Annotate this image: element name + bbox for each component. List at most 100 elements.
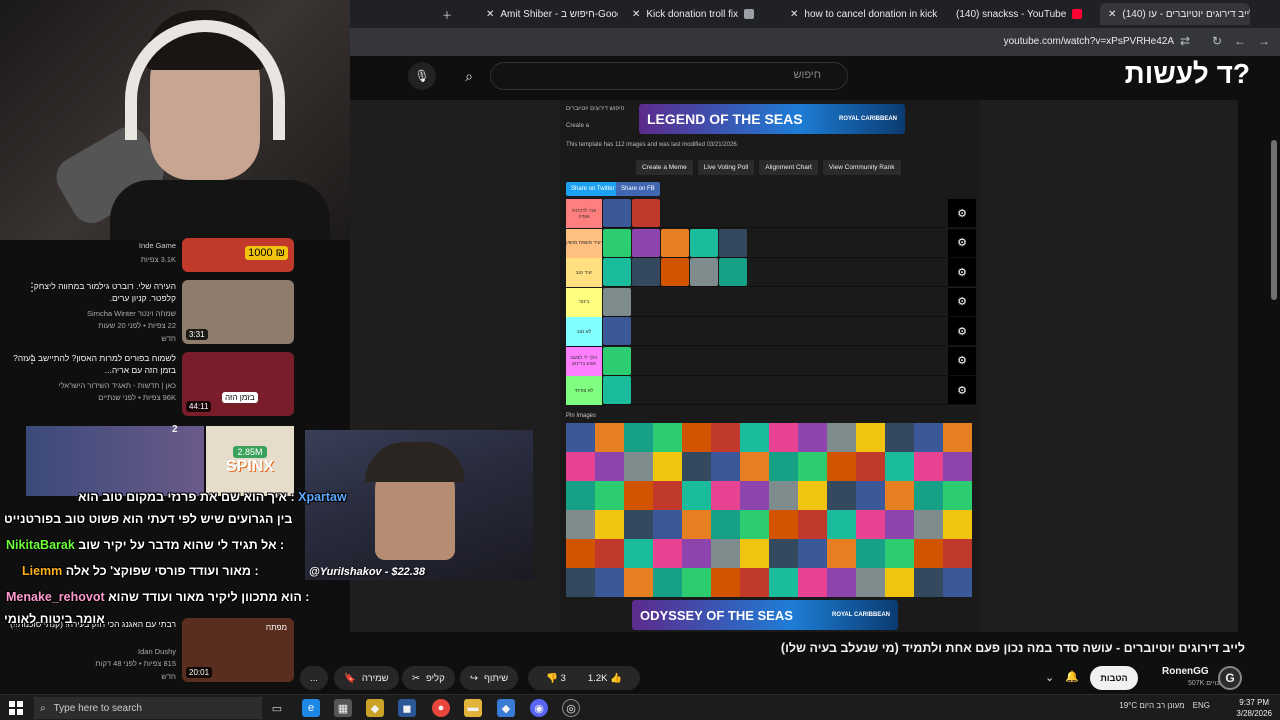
share-button[interactable]: ↪ שיתוף <box>460 666 519 690</box>
pool-thumbnail[interactable] <box>914 423 943 452</box>
voting-poll-button[interactable]: Live Voting Poll <box>697 160 755 175</box>
gear-icon[interactable]: ⚙ <box>948 287 976 316</box>
tier-thumbnail[interactable] <box>603 258 631 286</box>
taskbar-clock[interactable]: 9:37 PM 3/28/2026 <box>1236 697 1272 719</box>
microphone-icon[interactable]: 🎙 <box>408 62 436 90</box>
pool-thumbnail[interactable] <box>624 481 653 510</box>
more-actions-button[interactable]: ... <box>300 666 328 690</box>
pool-thumbnail[interactable] <box>740 452 769 481</box>
like-button[interactable]: 1.2K 👍 <box>588 673 622 684</box>
pool-thumbnail[interactable] <box>914 539 943 568</box>
gear-icon[interactable]: ⚙ <box>948 376 976 404</box>
pool-thumbnail[interactable] <box>595 510 624 539</box>
close-icon[interactable]: ✕ <box>1108 9 1116 20</box>
folder-icon[interactable]: ▬ <box>464 699 482 717</box>
pool-thumbnail[interactable] <box>624 510 653 539</box>
tier-thumbnail[interactable] <box>632 228 660 257</box>
pool-thumbnail[interactable] <box>798 481 827 510</box>
pool-thumbnail[interactable] <box>566 423 595 452</box>
community-rank-button[interactable]: View Community Rank <box>822 160 901 175</box>
back-icon[interactable]: ← <box>1234 34 1246 48</box>
share-twitter-button[interactable]: Share on Twitter <box>566 182 620 196</box>
clip-button[interactable]: ✂ קליפ <box>402 666 455 690</box>
browser-tab-active[interactable]: ✕ (140) לייב דירוגים יוטיוברים - עו <box>1100 3 1250 25</box>
chrome-icon[interactable]: ● <box>432 699 450 717</box>
scrollbar-thumb[interactable] <box>1271 140 1277 300</box>
save-button[interactable]: 🔖 שמירה <box>334 666 399 690</box>
discord-icon[interactable]: ◉ <box>530 699 548 717</box>
pool-thumbnail[interactable] <box>566 568 595 597</box>
tier-label[interactable]: לא טוב <box>566 317 602 346</box>
pool-thumbnail[interactable] <box>798 539 827 568</box>
pool-thumbnail[interactable] <box>769 481 798 510</box>
pool-thumbnail[interactable] <box>711 452 740 481</box>
app-icon[interactable]: ◼ <box>398 699 416 717</box>
pool-thumbnail[interactable] <box>624 423 653 452</box>
channel-name[interactable]: Inde Game <box>6 240 176 251</box>
pool-thumbnail[interactable] <box>682 452 711 481</box>
tier-thumbnail[interactable] <box>632 199 660 227</box>
url-field[interactable]: youtube.com/watch?v=xPsPVRHe42A <box>1004 36 1174 47</box>
pool-thumbnail[interactable] <box>624 568 653 597</box>
channel-name[interactable]: שמחה וינטר Simcha Winter <box>6 308 176 319</box>
video-thumbnail[interactable]: 3:31 <box>182 280 294 344</box>
gear-icon[interactable]: ⚙ <box>948 317 976 345</box>
pool-thumbnail[interactable] <box>943 481 972 510</box>
close-icon[interactable]: ✕ <box>486 9 494 20</box>
pool-thumbnail[interactable] <box>566 539 595 568</box>
page-scrollbar[interactable] <box>1270 100 1278 694</box>
browser-tab[interactable]: ✕ Amit Shiber - חיפוש ב-Google <box>478 3 618 25</box>
channel-name[interactable]: כאן | חדשות - תאגיד השידור הישראלי <box>6 380 176 391</box>
bell-icon[interactable]: 🔔 <box>1065 670 1079 683</box>
pool-thumbnail[interactable] <box>769 423 798 452</box>
pool-thumbnail[interactable] <box>682 423 711 452</box>
pool-thumbnail[interactable] <box>943 539 972 568</box>
tier-thumbnail[interactable] <box>661 228 689 257</box>
video-thumbnail[interactable]: בזמן הזה 44:11 <box>182 352 294 416</box>
taskbar-search-input[interactable]: ⌕ Type here to search <box>34 697 262 719</box>
pool-thumbnail[interactable] <box>769 568 798 597</box>
pool-thumbnail[interactable] <box>885 452 914 481</box>
ad-banner-bottom[interactable]: ODYSSEY OF THE SEAS ROYAL CARIBBEAN <box>632 600 898 630</box>
pool-thumbnail[interactable] <box>827 423 856 452</box>
pool-thumbnail[interactable] <box>856 568 885 597</box>
pool-thumbnail[interactable] <box>885 539 914 568</box>
pool-thumbnail[interactable] <box>914 510 943 539</box>
pool-thumbnail[interactable] <box>740 568 769 597</box>
pool-thumbnail[interactable] <box>595 481 624 510</box>
share-fb-button[interactable]: Share on FB <box>616 182 660 196</box>
pool-thumbnail[interactable] <box>711 539 740 568</box>
tier-label[interactable]: יעיד משפח מושין <box>566 228 602 258</box>
pool-thumbnail[interactable] <box>769 510 798 539</box>
pool-thumbnail[interactable] <box>711 510 740 539</box>
forward-icon[interactable]: → <box>1258 34 1270 48</box>
reload-icon[interactable]: ↻ <box>1212 34 1222 48</box>
app-icon[interactable]: ◆ <box>366 699 384 717</box>
tier-label[interactable]: יעיד טוב <box>566 258 602 287</box>
recommendation-item[interactable]: ⋮ בזמן הזה 44:11 לשמוח בפורים למרות האסו… <box>0 352 300 418</box>
edge-icon[interactable]: e <box>302 699 320 717</box>
search-icon[interactable]: ⌕ <box>454 62 484 90</box>
obs-icon[interactable]: ◎ <box>562 699 580 717</box>
pool-thumbnail[interactable] <box>566 452 595 481</box>
pool-thumbnail[interactable] <box>711 423 740 452</box>
pool-thumbnail[interactable] <box>740 423 769 452</box>
pool-thumbnail[interactable] <box>914 452 943 481</box>
pool-thumbnail[interactable] <box>740 510 769 539</box>
pool-thumbnail[interactable] <box>769 539 798 568</box>
gear-icon[interactable]: ⚙ <box>948 346 976 375</box>
channel-avatar[interactable]: G <box>1218 666 1242 690</box>
pool-thumbnail[interactable] <box>595 539 624 568</box>
pool-thumbnail[interactable] <box>653 481 682 510</box>
pool-thumbnail[interactable] <box>943 568 972 597</box>
tier-thumbnail[interactable] <box>690 228 718 257</box>
ad-banner-top[interactable]: LEGEND OF THE SEAS ROYAL CARIBBEAN <box>639 104 905 134</box>
store-icon[interactable]: ▦ <box>334 699 352 717</box>
pool-thumbnail[interactable] <box>798 452 827 481</box>
windows-start-icon[interactable] <box>9 701 23 715</box>
pool-thumbnail[interactable] <box>856 423 885 452</box>
pool-thumbnail[interactable] <box>827 452 856 481</box>
tier-thumbnail[interactable] <box>661 258 689 286</box>
search-input[interactable]: חיפוש <box>490 62 848 90</box>
video-title[interactable]: לשמוח בפורים למרות האסון? להתיישב בעזה? … <box>6 352 176 376</box>
